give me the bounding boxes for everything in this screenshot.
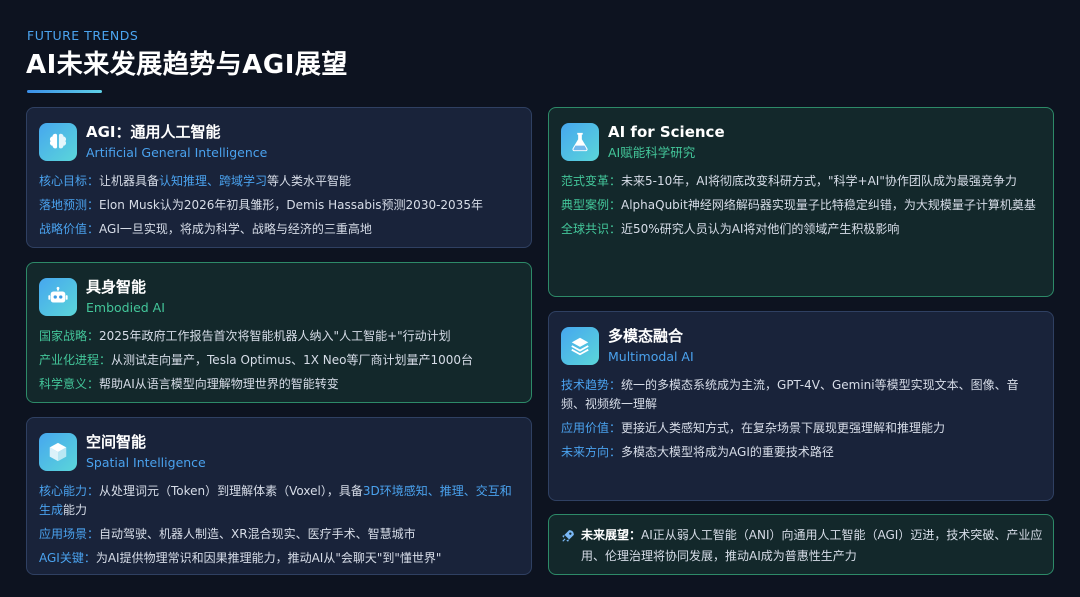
row-label: 技术趋势： [561,378,622,392]
card-row: 全球共识：近50%研究人员认为AI将对他们的领域产生积极影响 [561,220,1041,239]
card-title: AGI：通用人工智能 [86,123,221,141]
row-text: AGI一旦实现，将成为科学、战略与经济的三重高地 [99,222,372,236]
rocket-icon [561,528,575,564]
row-text: 多模态大模型将成为AGI的重要技术路径 [621,445,834,459]
row-label: 科学意义： [39,377,100,391]
slide: FUTURE TRENDS AI未来发展趋势与AGI展望 AGI：通用人工智能 … [0,0,1080,597]
card-row: 范式变革：未来5-10年，AI将彻底改变科研方式，"科学+AI"协作团队成为最强… [561,172,1041,191]
card-embodied-ai: 具身智能 Embodied AI 国家战略：2025年政府工作报告首次将智能机器… [26,262,532,403]
card-row: 国家战略：2025年政府工作报告首次将智能机器人纳入"人工智能+"行动计划 [39,327,519,346]
row-text: 统一的多模态系统成为主流，GPT-4V、Gemini等模型实现文本、图像、音频、… [561,378,1019,411]
row-label: 核心目标： [39,174,100,188]
card-agi: AGI：通用人工智能 Artificial General Intelligen… [26,107,532,248]
card-ai-for-science: AI for Science AI赋能科学研究 范式变革：未来5-10年，AI将… [548,107,1054,297]
card-subtitle: Embodied AI [86,300,165,315]
card-row: 产业化进程：从测试走向量产，Tesla Optimus、1X Neo等厂商计划量… [39,351,519,370]
row-text: 从处理词元（Token）到理解体素（Voxel），具备 [99,484,363,498]
card-row: 战略价值：AGI一旦实现，将成为科学、战略与经济的三重高地 [39,220,519,239]
row-label: AGI关键： [39,551,96,565]
card-title: AI for Science [608,123,725,141]
row-label: 核心能力： [39,484,100,498]
flask-icon [561,123,599,161]
layers-icon [561,327,599,365]
outlook-banner: 未来展望：AI正从弱人工智能（ANI）向通用人工智能（AGI）迈进，技术突破、产… [548,514,1054,575]
row-text: AlphaQubit神经网络解码器实现量子比特稳定纠错，为大规模量子计算机奠基 [621,198,1036,212]
outlook-body: AI正从弱人工智能（ANI）向通用人工智能（AGI）迈进，技术突破、产业应用、伦… [581,528,1043,563]
card-row: 应用价值：更接近人类感知方式，在复杂场景下展现更强理解和推理能力 [561,419,1041,438]
row-text: 2025年政府工作报告首次将智能机器人纳入"人工智能+"行动计划 [99,329,451,343]
cube-icon [39,433,77,471]
eyebrow-label: FUTURE TRENDS [27,28,139,43]
row-text: 能力 [63,503,88,517]
row-label: 产业化进程： [39,353,112,367]
row-text: 更接近人类感知方式，在复杂场景下展现更强理解和推理能力 [621,421,946,435]
card-title: 具身智能 [86,278,147,296]
row-label: 应用场景： [39,527,100,541]
outlook-label: 未来展望： [581,528,642,542]
card-subtitle: Multimodal AI [608,349,694,364]
row-label: 全球共识： [561,222,622,236]
row-label: 典型案例： [561,198,622,212]
row-text: 让机器具备 [99,174,160,188]
row-label: 国家战略： [39,329,100,343]
row-text: 为AI提供物理常识和因果推理能力，推动AI从"会聊天"到"懂世界" [95,551,442,565]
card-row: 典型案例：AlphaQubit神经网络解码器实现量子比特稳定纠错，为大规模量子计… [561,196,1041,215]
card-row: AGI关键：为AI提供物理常识和因果推理能力，推动AI从"会聊天"到"懂世界" [39,549,519,568]
row-text: Elon Musk认为2026年初具雏形，Demis Hassabis预测203… [99,198,483,212]
row-text: 近50%研究人员认为AI将对他们的领域产生积极影响 [621,222,900,236]
card-row: 应用场景：自动驾驶、机器人制造、XR混合现实、医疗手术、智慧城市 [39,525,519,544]
card-title: 多模态融合 [608,327,684,345]
brain-icon [39,123,77,161]
card-multimodal-ai: 多模态融合 Multimodal AI 技术趋势：统一的多模态系统成为主流，GP… [548,311,1054,501]
row-text: 自动驾驶、机器人制造、XR混合现实、医疗手术、智慧城市 [99,527,416,541]
robot-icon [39,278,77,316]
card-subtitle: Artificial General Intelligence [86,145,268,160]
row-label: 落地预测： [39,198,100,212]
card-row: 核心能力：从处理词元（Token）到理解体素（Voxel），具备3D环境感知、推… [39,482,519,520]
row-label: 战略价值： [39,222,100,236]
row-label: 范式变革： [561,174,622,188]
card-spatial-intelligence: 空间智能 Spatial Intelligence 核心能力：从处理词元（Tok… [26,417,532,575]
card-subtitle: Spatial Intelligence [86,455,206,470]
page-title: AI未来发展趋势与AGI展望 [26,50,348,80]
row-highlight: 认知推理、跨域学习 [159,174,268,188]
row-label: 应用价值： [561,421,622,435]
row-text: 未来5-10年，AI将彻底改变科研方式，"科学+AI"协作团队成为最强竞争力 [621,174,1017,188]
card-row: 落地预测：Elon Musk认为2026年初具雏形，Demis Hassabis… [39,196,519,215]
title-underline [27,90,102,93]
card-row: 未来方向：多模态大模型将成为AGI的重要技术路径 [561,443,1041,462]
outlook-text: 未来展望：AI正从弱人工智能（ANI）向通用人工智能（AGI）迈进，技术突破、产… [581,525,1043,564]
card-row: 技术趋势：统一的多模态系统成为主流，GPT-4V、Gemini等模型实现文本、图… [561,376,1041,414]
row-text: 帮助AI从语言模型向理解物理世界的智能转变 [99,377,339,391]
row-text: 从测试走向量产，Tesla Optimus、1X Neo等厂商计划量产1000台 [111,353,474,367]
card-row: 科学意义：帮助AI从语言模型向理解物理世界的智能转变 [39,375,519,394]
row-text: 等人类水平智能 [267,174,352,188]
card-row: 核心目标：让机器具备认知推理、跨域学习等人类水平智能 [39,172,519,191]
card-title: 空间智能 [86,433,147,451]
row-label: 未来方向： [561,445,622,459]
card-subtitle: AI赋能科学研究 [608,145,696,160]
